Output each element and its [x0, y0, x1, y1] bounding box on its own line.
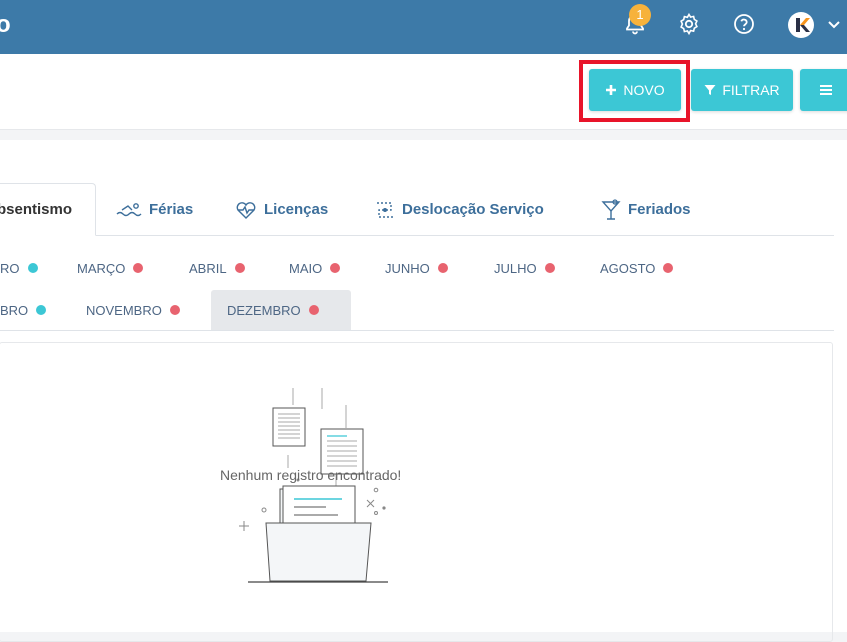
top-navbar: o 1: [0, 0, 847, 54]
avatar[interactable]: [788, 12, 814, 38]
empty-folder-illustration: [239, 388, 388, 583]
status-dot: [133, 263, 144, 273]
status-dot: [437, 263, 448, 273]
month-item[interactable]: JULHO: [494, 248, 555, 288]
filter-icon: [704, 85, 716, 95]
status-dot: [169, 305, 180, 315]
month-label: RO: [0, 260, 20, 276]
tab-ferias[interactable]: Férias: [116, 183, 193, 236]
tab-deslocacao-servico[interactable]: Deslocação Serviço: [375, 183, 544, 236]
avatar-logo: [796, 18, 810, 32]
empty-state-message: Nenhum registro encontrado!: [220, 467, 402, 483]
menu-button[interactable]: [800, 69, 847, 111]
status-dot: [544, 263, 555, 273]
tab-bar: bsentismo Férias Licenças Deslocação Ser…: [0, 183, 834, 236]
new-button[interactable]: NOVO: [589, 69, 681, 111]
month-item[interactable]: JUNHO: [385, 248, 448, 288]
tab-absentismo[interactable]: bsentismo: [0, 183, 96, 236]
records-container: [0, 342, 833, 642]
month-label: DEZEMBRO: [227, 302, 301, 318]
status-dot: [27, 263, 38, 273]
tab-label: Deslocação Serviço: [402, 201, 544, 218]
month-item-dezembro[interactable]: DEZEMBRO: [211, 290, 351, 330]
month-item[interactable]: MARÇO: [77, 248, 144, 288]
new-button-label: NOVO: [623, 82, 665, 98]
divider: [0, 330, 834, 331]
filter-button-label: FILTRAR: [722, 82, 780, 98]
tab-label: bsentismo: [0, 201, 73, 218]
month-label: JULHO: [494, 260, 537, 276]
month-item[interactable]: AGOSTO: [600, 248, 674, 288]
filter-button[interactable]: FILTRAR: [691, 69, 793, 111]
month-label: BRO: [0, 302, 29, 318]
status-dot: [663, 263, 674, 273]
month-item[interactable]: ABRIL: [189, 248, 245, 288]
month-label: NOVEMBRO: [86, 302, 162, 318]
month-label: JUNHO: [385, 260, 430, 276]
chevron-down-icon[interactable]: [826, 16, 842, 32]
cocktail-icon: [601, 198, 621, 220]
status-dot: [330, 263, 341, 273]
help-icon[interactable]: [732, 12, 756, 36]
gear-icon[interactable]: [677, 12, 701, 36]
month-label: MAIO: [289, 260, 323, 276]
tab-licencas[interactable]: Licenças: [235, 183, 328, 236]
plus-icon: [606, 85, 617, 95]
tab-label: Licenças: [264, 201, 329, 218]
status-dot: [308, 305, 319, 315]
month-item[interactable]: BRO: [0, 290, 47, 330]
status-dot: [36, 305, 47, 315]
month-item[interactable]: NOVEMBRO: [86, 290, 180, 330]
heartbeat-icon: [236, 201, 256, 219]
notification-badge[interactable]: 1: [629, 4, 651, 26]
route-icon: [377, 201, 393, 218]
month-item[interactable]: MAIO: [289, 248, 341, 288]
tab-feriados[interactable]: Feriados: [601, 183, 691, 236]
tab-label: Feriados: [628, 201, 691, 218]
brand-logo-text[interactable]: o: [0, 11, 11, 39]
month-label: AGOSTO: [600, 260, 656, 276]
content-panel: bsentismo Férias Licenças Deslocação Ser…: [0, 140, 847, 642]
action-toolbar: NOVO FILTRAR: [0, 54, 847, 130]
tab-label: Férias: [149, 201, 194, 218]
status-dot: [234, 263, 245, 273]
month-label: MARÇO: [77, 260, 126, 276]
hamburger-icon: [820, 85, 832, 95]
month-item[interactable]: RO: [0, 248, 38, 288]
swimmer-icon: [116, 202, 142, 216]
month-label: ABRIL: [189, 260, 227, 276]
